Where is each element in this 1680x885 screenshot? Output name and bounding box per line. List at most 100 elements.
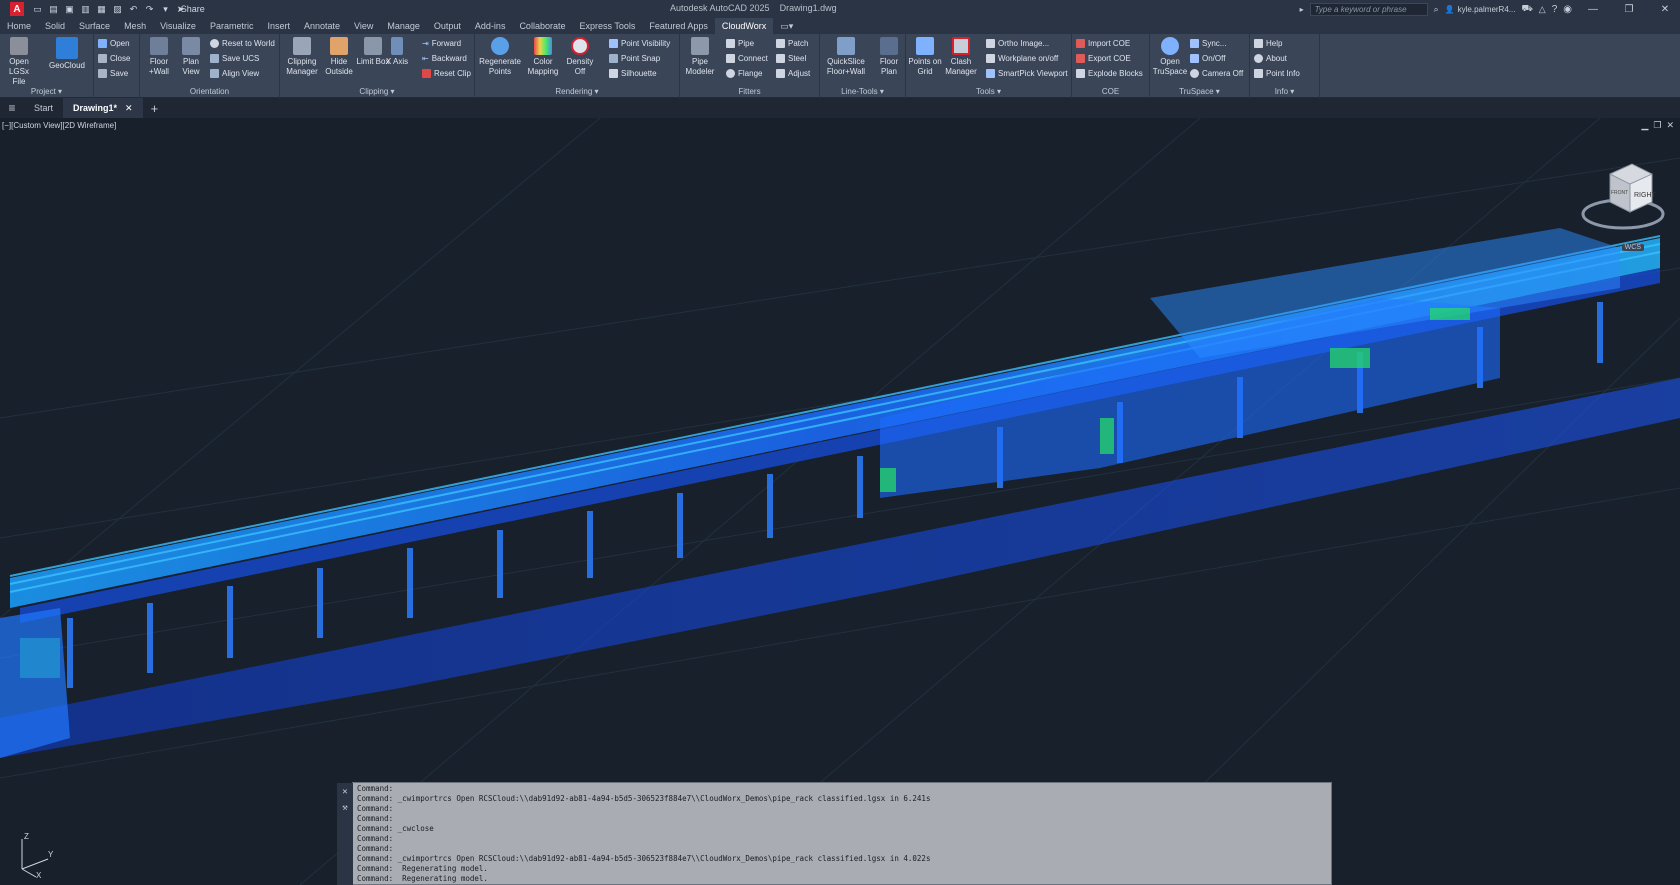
wcs-menu[interactable]: WCS <box>1621 244 1644 251</box>
tab-collaborate[interactable]: Collaborate <box>512 18 572 34</box>
tab-annotate[interactable]: Annotate <box>297 18 347 34</box>
panel-title-info[interactable]: Info ▾ <box>1250 87 1319 97</box>
close-window-button[interactable]: ✕ <box>1650 4 1680 15</box>
clash-manager-button[interactable]: Clash Manager <box>944 37 978 77</box>
panel-title-orientation[interactable]: Orientation <box>140 87 279 97</box>
smartpick-button[interactable]: SmartPick Viewport <box>986 67 1068 79</box>
import-coe-button[interactable]: Import COE <box>1076 37 1130 49</box>
tab-visualize[interactable]: Visualize <box>153 18 203 34</box>
search-input[interactable]: Type a keyword or phrase <box>1309 2 1428 16</box>
command-window[interactable]: ✕ ⚒ Command: Command: _cwimportrcs Open … <box>337 782 1332 885</box>
viewport-restore-icon[interactable]: ❐ <box>1653 120 1661 131</box>
connect-button[interactable]: Connect <box>726 52 768 64</box>
tab-express-tools[interactable]: Express Tools <box>572 18 642 34</box>
open-project-button[interactable]: Open <box>98 37 130 49</box>
ortho-image-button[interactable]: Ortho Image... <box>986 37 1049 49</box>
quickslice-button[interactable]: QuickSlice Floor+Wall <box>822 37 870 77</box>
viewport-minimize-icon[interactable]: ▁ <box>1641 120 1648 131</box>
save-icon[interactable]: ▣ <box>64 4 75 15</box>
tab-surface[interactable]: Surface <box>72 18 117 34</box>
open-truspace-button[interactable]: Open TruSpace <box>1152 37 1188 77</box>
pipe-modeler-button[interactable]: Pipe Modeler <box>682 37 718 77</box>
geocloud-button[interactable]: GeoCloud <box>46 37 88 71</box>
viewcube[interactable]: RIGHT FRONT <box>1580 156 1666 248</box>
viewport-controls-label[interactable]: [−][Custom View][2D Wireframe] <box>2 121 116 130</box>
model-viewport[interactable]: [−][Custom View][2D Wireframe] ▁ ❐ ✕ RIG… <box>0 118 1680 885</box>
regenerate-points-button[interactable]: Regenerate Points <box>477 37 523 77</box>
clip-forward-button[interactable]: ⇥ Forward <box>422 37 461 49</box>
camera-off-button[interactable]: Camera Off <box>1190 67 1243 79</box>
tab-view[interactable]: View <box>347 18 380 34</box>
tab-mesh[interactable]: Mesh <box>117 18 153 34</box>
open-lgsx-button[interactable]: Open LGSx File <box>2 37 36 87</box>
about-button[interactable]: About <box>1254 52 1287 64</box>
web-mobile-icon[interactable]: ▦ <box>96 4 107 15</box>
floor-wall-button[interactable]: Floor +Wall <box>142 37 176 77</box>
command-window-handle[interactable]: ✕ ⚒ <box>337 783 353 885</box>
minimize-button[interactable]: — <box>1578 4 1608 15</box>
command-customize-icon[interactable]: ⚒ <box>337 803 353 813</box>
search-icon[interactable]: ⌕ <box>1434 4 1439 15</box>
panel-title-line-tools[interactable]: Line-Tools ▾ <box>820 87 905 97</box>
silhouette-button[interactable]: Silhouette <box>609 67 657 79</box>
sync-button[interactable]: Sync... <box>1190 37 1226 49</box>
viewport-close-icon[interactable]: ✕ <box>1666 120 1674 131</box>
points-on-grid-button[interactable]: Points on Grid <box>908 37 942 77</box>
user-account[interactable]: 👤 kyle.palmerR4... <box>1445 5 1516 14</box>
point-info-button[interactable]: Point Info <box>1254 67 1300 79</box>
workplane-button[interactable]: Workplane on/off <box>986 52 1058 64</box>
customize-dropdown-icon[interactable]: ▾ <box>160 4 171 15</box>
plot-icon[interactable]: ▨ <box>112 4 123 15</box>
adjust-button[interactable]: Adjust <box>776 67 810 79</box>
point-snap-button[interactable]: Point Snap <box>609 52 660 64</box>
explode-blocks-button[interactable]: Explode Blocks <box>1076 67 1143 79</box>
steel-button[interactable]: Steel <box>776 52 806 64</box>
autocad-logo-icon[interactable]: A <box>10 2 24 16</box>
save-ucs-button[interactable]: Save UCS <box>210 52 259 64</box>
floor-plan-button[interactable]: Floor Plan <box>872 37 906 77</box>
open-file-icon[interactable]: ▤ <box>48 4 59 15</box>
new-tab-plus-icon[interactable]: + <box>143 101 167 116</box>
tab-solid[interactable]: Solid <box>38 18 72 34</box>
new-file-icon[interactable]: ▭ <box>32 4 43 15</box>
color-mapping-button[interactable]: Color Mapping <box>523 37 563 77</box>
menu-hamburger-icon[interactable]: ≡ <box>0 101 24 115</box>
align-view-button[interactable]: Align View <box>210 67 259 79</box>
x-axis-button[interactable]: X Axis <box>384 37 410 67</box>
panel-title-truspace[interactable]: TruSpace ▾ <box>1150 87 1249 97</box>
flange-button[interactable]: Flange <box>726 67 762 79</box>
cart-icon[interactable]: ⛟ <box>1521 3 1532 15</box>
tab-home[interactable]: Home <box>0 18 38 34</box>
reset-to-world-button[interactable]: Reset to World <box>210 37 275 49</box>
export-coe-button[interactable]: Export COE <box>1076 52 1131 64</box>
tab-drawing1[interactable]: Drawing1* ✕ <box>63 98 143 118</box>
search-expand-icon[interactable]: ▸ <box>1300 5 1304 14</box>
point-visibility-button[interactable]: Point Visibility <box>609 37 670 49</box>
panel-title-project[interactable]: Project ▾ <box>0 87 93 97</box>
panel-title-tools[interactable]: Tools ▾ <box>906 87 1071 97</box>
chat-icon[interactable]: ◉ <box>1563 4 1572 15</box>
tab-insert[interactable]: Insert <box>260 18 297 34</box>
help-icon[interactable]: ? <box>1552 4 1558 15</box>
tab-add-ins[interactable]: Add-ins <box>468 18 513 34</box>
restore-button[interactable]: ❐ <box>1614 4 1644 15</box>
density-off-button[interactable]: Density Off <box>563 37 597 77</box>
tab-cloudworx[interactable]: CloudWorx <box>714 18 774 34</box>
plan-view-button[interactable]: Plan View <box>174 37 208 77</box>
reset-clip-button[interactable]: Reset Clip <box>422 67 471 79</box>
pipe-fit-button[interactable]: Pipe <box>726 37 754 49</box>
undo-icon[interactable]: ↶ <box>128 4 139 15</box>
panel-title-clipping[interactable]: Clipping ▾ <box>280 87 474 97</box>
share-button[interactable]: ➤ Share <box>177 4 205 15</box>
clipping-manager-button[interactable]: Clipping Manager <box>282 37 322 77</box>
viewcube-right-face[interactable]: RIGHT <box>1634 192 1657 199</box>
truspace-onoff-button[interactable]: On/Off <box>1190 52 1225 64</box>
tab-manage[interactable]: Manage <box>380 18 427 34</box>
patch-button[interactable]: Patch <box>776 37 808 49</box>
panel-title-coe[interactable]: COE <box>1072 87 1149 97</box>
tab-parametric[interactable]: Parametric <box>203 18 261 34</box>
redo-icon[interactable]: ↷ <box>144 4 155 15</box>
viewcube-front-face[interactable]: FRONT <box>1611 190 1628 196</box>
save-as-icon[interactable]: ▥ <box>80 4 91 15</box>
tab-overflow-toggle[interactable]: ▭▾ <box>773 18 800 34</box>
